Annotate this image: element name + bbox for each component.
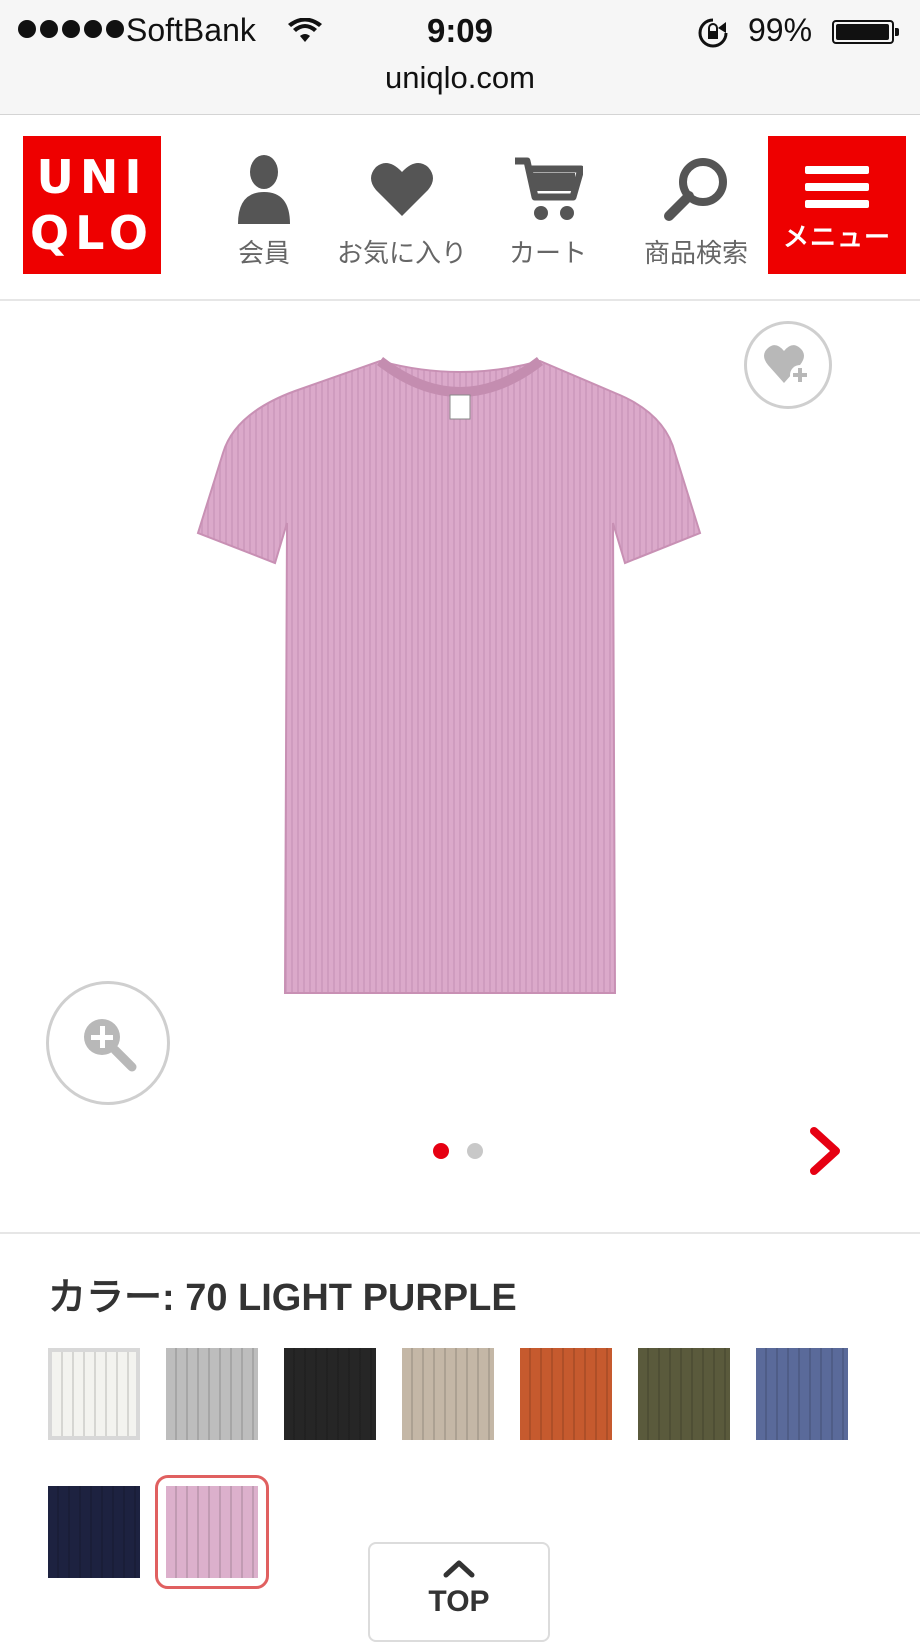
logo-line-1: UNI xyxy=(36,150,148,204)
heart-icon xyxy=(332,151,472,227)
nav-favorites[interactable]: お気に入り xyxy=(332,151,472,270)
nav-cart-label: カート xyxy=(508,238,587,268)
color-swatch[interactable] xyxy=(155,1475,269,1589)
add-to-favorites-button[interactable] xyxy=(744,321,832,409)
nav-search-label: 商品検索 xyxy=(643,238,748,268)
color-swatch[interactable] xyxy=(402,1348,494,1440)
color-swatch[interactable] xyxy=(166,1348,258,1440)
nav-member[interactable]: 会員 xyxy=(194,151,334,270)
pagination-dot-1[interactable] xyxy=(433,1143,449,1159)
status-bar: SoftBank 9:09 99% uniqlo.com xyxy=(0,0,920,115)
pagination-dot-2[interactable] xyxy=(467,1143,483,1159)
status-row: SoftBank 9:09 99% xyxy=(0,8,920,52)
zoom-button[interactable] xyxy=(46,981,170,1105)
product-image[interactable] xyxy=(195,353,725,1033)
site-header: UNI QLO 会員 お気に入り カート 商品検索 メニュー xyxy=(0,115,920,301)
rotation-lock-icon xyxy=(696,16,730,55)
address-bar-url[interactable]: uniqlo.com xyxy=(0,60,920,96)
nav-search[interactable]: 商品検索 xyxy=(626,151,766,270)
cart-icon xyxy=(478,151,618,227)
back-to-top-button[interactable]: TOP xyxy=(368,1542,550,1642)
color-swatch[interactable] xyxy=(520,1348,612,1440)
person-icon xyxy=(194,151,334,227)
battery-icon xyxy=(832,20,899,44)
nav-favorites-label: お気に入り xyxy=(336,238,467,268)
color-swatch[interactable] xyxy=(756,1348,848,1440)
back-to-top-label: TOP xyxy=(428,1585,490,1618)
color-swatch[interactable] xyxy=(48,1486,140,1578)
selected-color-label: カラー: 70 LIGHT PURPLE xyxy=(48,1277,517,1319)
battery-percentage: 99% xyxy=(748,12,813,48)
product-gallery[interactable] xyxy=(0,301,920,1231)
color-swatch[interactable] xyxy=(284,1348,376,1440)
gallery-pagination xyxy=(433,1143,483,1159)
next-image-button[interactable] xyxy=(808,1127,844,1180)
hamburger-icon xyxy=(805,166,869,208)
zoom-in-icon xyxy=(84,1019,137,1072)
nav-member-label: 会員 xyxy=(237,238,290,268)
menu-button[interactable]: メニュー xyxy=(768,136,906,274)
uniqlo-logo[interactable]: UNI QLO xyxy=(23,136,161,274)
color-swatch[interactable] xyxy=(48,1348,140,1440)
search-icon xyxy=(626,151,766,227)
color-swatch[interactable] xyxy=(638,1348,730,1440)
logo-line-2: QLO xyxy=(30,206,154,260)
nav-cart[interactable]: カート xyxy=(478,151,618,270)
chevron-right-icon xyxy=(810,1127,840,1175)
heart-plus-icon xyxy=(764,345,810,385)
menu-label: メニュー xyxy=(782,222,891,252)
chevron-up-icon xyxy=(443,1560,475,1578)
